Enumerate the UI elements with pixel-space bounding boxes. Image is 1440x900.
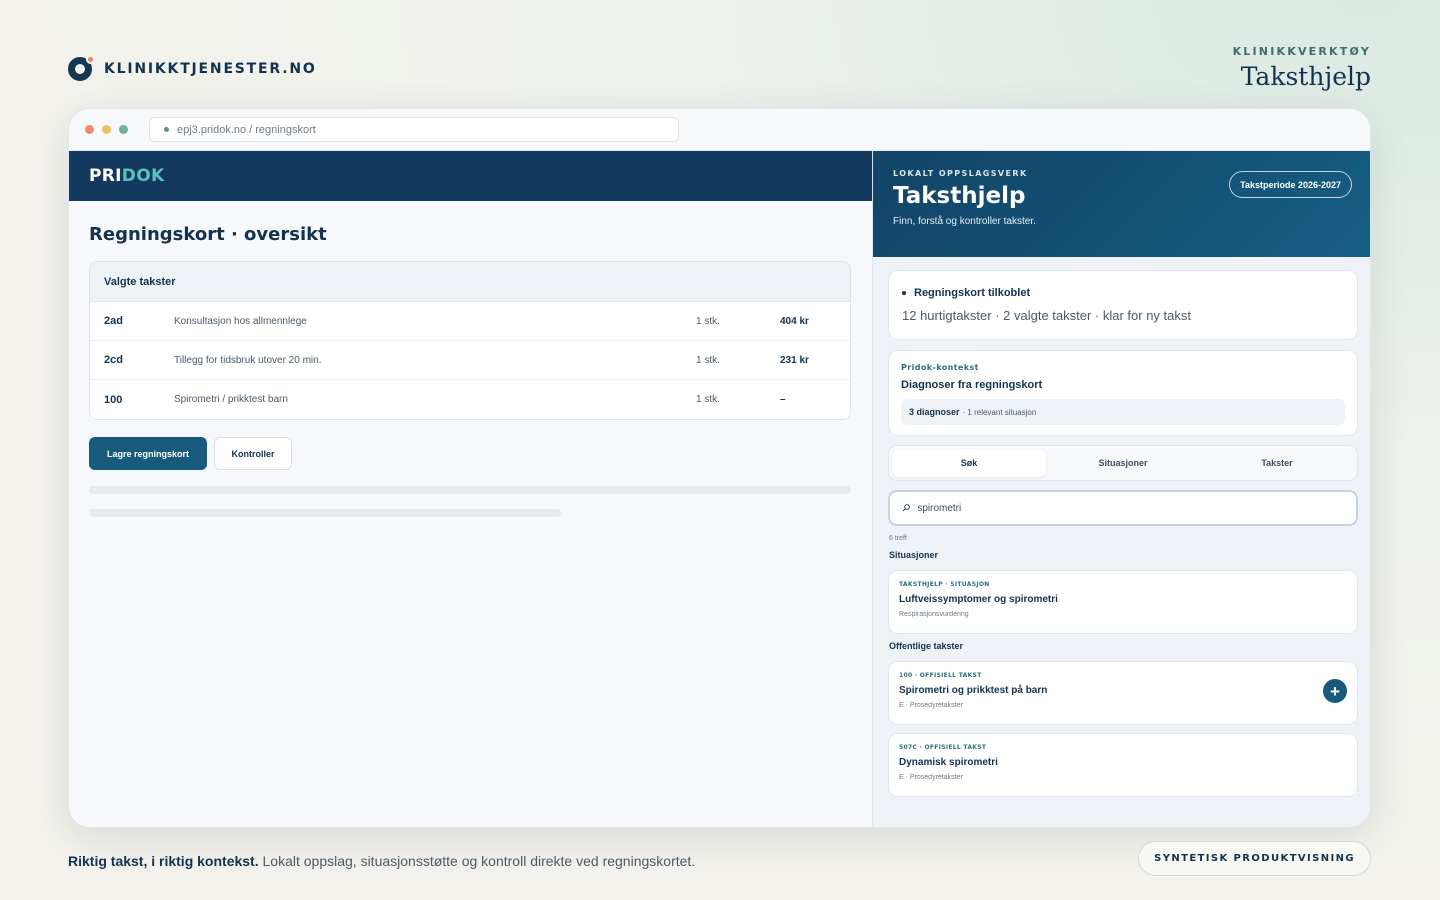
status-title: Regningskort tilkoblet [914, 287, 1031, 299]
footer-rest: Lokalt oppslag, situasjonsstøtte og kont… [262, 853, 696, 869]
fee-description: Konsultasjon hos allmennlege [174, 315, 307, 327]
brand-logo-icon [68, 55, 95, 81]
url-bar[interactable]: epj3.pridok.no / regningskort [149, 117, 679, 142]
period-badge[interactable]: Takstperiode 2026-2027 [1229, 171, 1352, 198]
search-icon: ⚲ [899, 501, 913, 515]
fee-result-card[interactable]: 507C · OFFISIELL TAKST Dynamisk spiromet… [888, 733, 1358, 797]
product-header: KLINIKKVERKTØY Taksthjelp [1233, 45, 1371, 91]
fee-code: 100 [104, 393, 123, 406]
diagnosis-count: 3 diagnoser [909, 407, 960, 417]
tab-search[interactable]: Søk [892, 449, 1046, 477]
diagnosis-rest: · 1 relevant situasjon [962, 407, 1037, 417]
result-kicker: 100 · OFFISIELL TAKST [899, 672, 982, 679]
window-controls [85, 125, 128, 134]
page-title: Regningskort · oversikt [89, 224, 327, 245]
context-title: Diagnoser fra regningskort [901, 379, 1043, 391]
table-row[interactable]: 100 Spirometri / prikktest barn 1 stk. – [90, 380, 850, 419]
app-header: PRIDOK [69, 151, 872, 201]
panel-tabs: Søk Situasjoner Takster [888, 445, 1358, 481]
brand[interactable]: KLINIKKTJENESTER.NO [68, 55, 317, 81]
taksthjelp-panel: LOKALT OPPSLAGSVERK Taksthjelp Finn, for… [872, 151, 1370, 827]
fee-quantity: 1 stk. [696, 394, 720, 405]
result-kicker: 507C · OFFISIELL TAKST [899, 744, 987, 751]
product-kicker: KLINIKKVERKTØY [1232, 45, 1371, 58]
status-detail: 12 hurtigtakster · 2 valgte takster · kl… [902, 308, 1192, 323]
synthetic-view-badge: SYNTETISK PRODUKTVISNING [1138, 841, 1371, 876]
fee-amount: – [780, 394, 786, 405]
minimize-dot-icon[interactable] [102, 125, 111, 134]
skeleton-line [89, 486, 851, 494]
result-title: Dynamisk spirometri [899, 757, 998, 768]
fee-quantity: 1 stk. [696, 315, 720, 327]
save-bill-button[interactable]: Lagre regningskort [89, 437, 207, 470]
fee-amount: 404 kr [780, 315, 809, 327]
public-fees-heading: Offentlige takster [889, 641, 964, 651]
result-kicker: TAKSTHJELP · SITUASJON [899, 581, 990, 588]
panel-header: LOKALT OPPSLAGSVERK Taksthjelp Finn, for… [873, 151, 1370, 257]
logo-dok: DOK [121, 166, 165, 186]
result-subtitle: E · Prosedyretakster [899, 702, 963, 709]
tab-situations[interactable]: Situasjoner [1046, 449, 1200, 477]
fee-amount: 231 kr [780, 354, 809, 366]
selected-fees-table: Valgte takster 2ad Konsultasjon hos allm… [89, 261, 851, 420]
status-dot-icon [902, 291, 906, 295]
result-title: Luftveissymptomer og spirometri [899, 594, 1058, 605]
table-header: Valgte takster [90, 262, 850, 302]
diagnosis-chip[interactable]: 3 diagnoser · 1 relevant situasjon [901, 399, 1345, 425]
browser-chrome: epj3.pridok.no / regningskort [69, 109, 1370, 151]
connection-status-card: Regningskort tilkoblet 12 hurtigtakster … [888, 270, 1358, 340]
search-value: spirometri [917, 502, 962, 514]
result-subtitle: Respirasjonsvurdering [899, 611, 969, 618]
check-button[interactable]: Kontroller [214, 437, 292, 470]
result-title: Spirometri og prikktest på barn [899, 685, 1048, 696]
search-input[interactable]: ⚲ spirometri [888, 490, 1358, 526]
browser-window: epj3.pridok.no / regningskort PRIDOK Reg… [68, 108, 1371, 828]
tab-fees[interactable]: Takster [1200, 449, 1354, 477]
panel-subtitle: Finn, forstå og kontroller takster. [893, 216, 1036, 227]
context-card: Pridok-kontekst Diagnoser fra regningsko… [888, 350, 1358, 436]
table-row[interactable]: 2cd Tillegg for tidsbruk utover 20 min. … [90, 341, 850, 380]
add-fee-plus-icon[interactable]: + [1323, 679, 1347, 703]
close-dot-icon[interactable] [85, 125, 94, 134]
fee-code: 2ad [104, 315, 123, 327]
skeleton-line [89, 509, 561, 517]
fee-code: 2cd [104, 354, 123, 366]
product-title: Taksthjelp [1240, 62, 1371, 91]
table-row[interactable]: 2ad Konsultasjon hos allmennlege 1 stk. … [90, 302, 850, 341]
fee-description: Tillegg for tidsbruk utover 20 min. [174, 354, 322, 366]
pridok-app: PRIDOK Regningskort · oversikt Valgte ta… [69, 151, 872, 827]
hit-count: 6 treff [889, 535, 907, 542]
logo-pri: PRI [89, 166, 122, 186]
maximize-dot-icon[interactable] [119, 125, 128, 134]
status-title-row: Regningskort tilkoblet [902, 287, 1344, 299]
situation-result-card[interactable]: TAKSTHJELP · SITUASJON Luftveissymptomer… [888, 570, 1358, 634]
brand-name: KLINIKKTJENESTER.NO [104, 60, 317, 77]
footer-bold: Riktig takst, i riktig kontekst. [68, 853, 259, 869]
pridok-logo[interactable]: PRIDOK [89, 166, 164, 186]
url-text: epj3.pridok.no / regningskort [177, 123, 316, 136]
fee-result-card[interactable]: 100 · OFFISIELL TAKST Spirometri og prik… [888, 661, 1358, 725]
situations-heading: Situasjoner [889, 550, 939, 560]
footer-tagline: Riktig takst, i riktig kontekst. Lokalt … [68, 853, 695, 869]
secure-dot-icon [164, 127, 169, 132]
context-kicker: Pridok-kontekst [901, 363, 979, 372]
result-subtitle: E · Prosedyretakster [899, 774, 963, 781]
fee-description: Spirometri / prikktest barn [174, 394, 288, 405]
fee-quantity: 1 stk. [696, 354, 720, 366]
